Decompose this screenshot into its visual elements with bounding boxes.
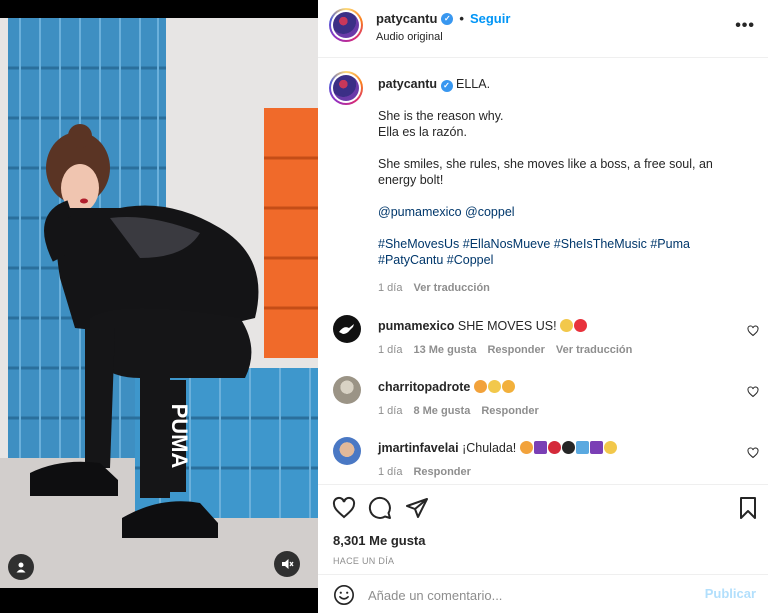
post-actions: 8,301 Me gusta HACE UN DÍA: [318, 484, 768, 574]
heart-emoji-icon: [561, 441, 575, 454]
photo-illustration: PUMA: [0, 18, 318, 588]
comment-time[interactable]: 1 día: [378, 466, 402, 478]
emoji-icon: [487, 380, 501, 393]
mute-icon: [282, 559, 294, 569]
comment-item: charritopadrote 1 día 8 Me gusta Respond…: [318, 372, 768, 426]
comment-item: pumamexico SHE MOVES US! 1 día 13 Me gus…: [318, 311, 768, 365]
commenter-avatar[interactable]: [333, 315, 361, 343]
separator-dot: •: [459, 11, 464, 26]
caption-username[interactable]: patycantu: [378, 77, 437, 91]
heart-icon[interactable]: [747, 386, 759, 398]
post-username[interactable]: patycantu: [376, 11, 437, 26]
comment-text: ¡Chulada!: [462, 441, 517, 455]
instagram-post-window: PUMA patycantu ✓ • Seguir Audio original…: [0, 0, 768, 613]
caption-avatar[interactable]: [329, 71, 363, 105]
emoji-icon: [560, 319, 574, 332]
caption-title: ELLA.: [456, 77, 491, 91]
translate-link[interactable]: Ver traducción: [413, 280, 489, 296]
verified-badge-icon: ✓: [441, 12, 454, 25]
likes-count[interactable]: 8,301 Me gusta: [333, 533, 426, 548]
comment-composer: Publicar: [318, 574, 768, 613]
caption-line: She is the reason why.: [378, 109, 504, 123]
avatar[interactable]: [329, 8, 363, 42]
emoji-icon: [501, 380, 515, 393]
post-details-panel: patycantu ✓ • Seguir Audio original ••• …: [318, 0, 768, 613]
user-tag-icon: [16, 562, 26, 573]
post-photo[interactable]: PUMA: [0, 18, 318, 588]
svg-text:PUMA: PUMA: [167, 404, 192, 469]
emoji-icon: [533, 441, 547, 454]
emoji-icon: [473, 380, 487, 393]
mute-button[interactable]: [274, 551, 300, 577]
orange-crates: [264, 108, 318, 358]
post-media[interactable]: PUMA: [0, 0, 318, 613]
emoji-icon: [519, 441, 533, 454]
emoji-icon: [575, 441, 589, 454]
emoji-icon: [547, 441, 561, 454]
post-timestamp[interactable]: HACE UN DÍA: [333, 556, 394, 566]
comments-scroll-area[interactable]: patycantu ✓ ELLA. She is the reason why.…: [318, 59, 768, 484]
publish-button[interactable]: Publicar: [705, 586, 756, 601]
comment-time[interactable]: 1 día: [378, 344, 402, 356]
reply-button[interactable]: Responder: [481, 405, 538, 417]
heart-icon[interactable]: [747, 325, 759, 337]
emoji-icon[interactable]: [333, 584, 355, 606]
commenter-avatar[interactable]: [333, 437, 361, 465]
follow-button[interactable]: Seguir: [470, 11, 510, 26]
commenter-avatar[interactable]: [333, 376, 361, 404]
bookmark-icon[interactable]: [736, 496, 760, 520]
emoji-icon: [589, 441, 603, 454]
comment-item: jmartinfavelai ¡Chulada! 1 día Responder: [318, 433, 768, 484]
verified-badge-icon: ✓: [440, 80, 453, 92]
caption-mentions[interactable]: @pumamexico @coppel: [378, 205, 515, 219]
comment-username[interactable]: pumamexico: [378, 319, 454, 333]
comment-text: SHE MOVES US!: [457, 319, 557, 333]
comment-likes[interactable]: 8 Me gusta: [413, 405, 470, 417]
reply-button[interactable]: Responder: [487, 344, 544, 356]
caption-line: She smiles, she rules, she moves like a …: [378, 157, 713, 187]
caption-time[interactable]: 1 día: [378, 280, 402, 296]
reply-button[interactable]: Responder: [413, 466, 470, 478]
caption-hashtags[interactable]: #SheMovesUs #EllaNosMueve #SheIsTheMusic…: [378, 237, 690, 267]
comment-username[interactable]: charritopadrote: [378, 380, 470, 394]
comment-icon[interactable]: [368, 496, 392, 520]
comment-time[interactable]: 1 día: [378, 405, 402, 417]
heart-emoji-icon: [574, 319, 588, 332]
heart-icon[interactable]: [747, 447, 759, 459]
audio-label[interactable]: Audio original: [376, 31, 443, 43]
puma-logo-icon: [339, 324, 354, 334]
translate-link[interactable]: Ver traducción: [556, 344, 632, 356]
more-icon[interactable]: •••: [735, 17, 755, 35]
emoji-icon: [603, 441, 617, 454]
comment-input[interactable]: [368, 585, 688, 605]
comment-likes[interactable]: 13 Me gusta: [413, 344, 476, 356]
caption-line: Ella es la razón.: [378, 125, 467, 139]
user-tag-button[interactable]: [8, 554, 34, 580]
heart-icon[interactable]: [332, 496, 356, 520]
post-header: patycantu ✓ • Seguir Audio original •••: [318, 0, 768, 58]
share-icon[interactable]: [405, 496, 429, 520]
comment-username[interactable]: jmartinfavelai: [378, 441, 459, 455]
